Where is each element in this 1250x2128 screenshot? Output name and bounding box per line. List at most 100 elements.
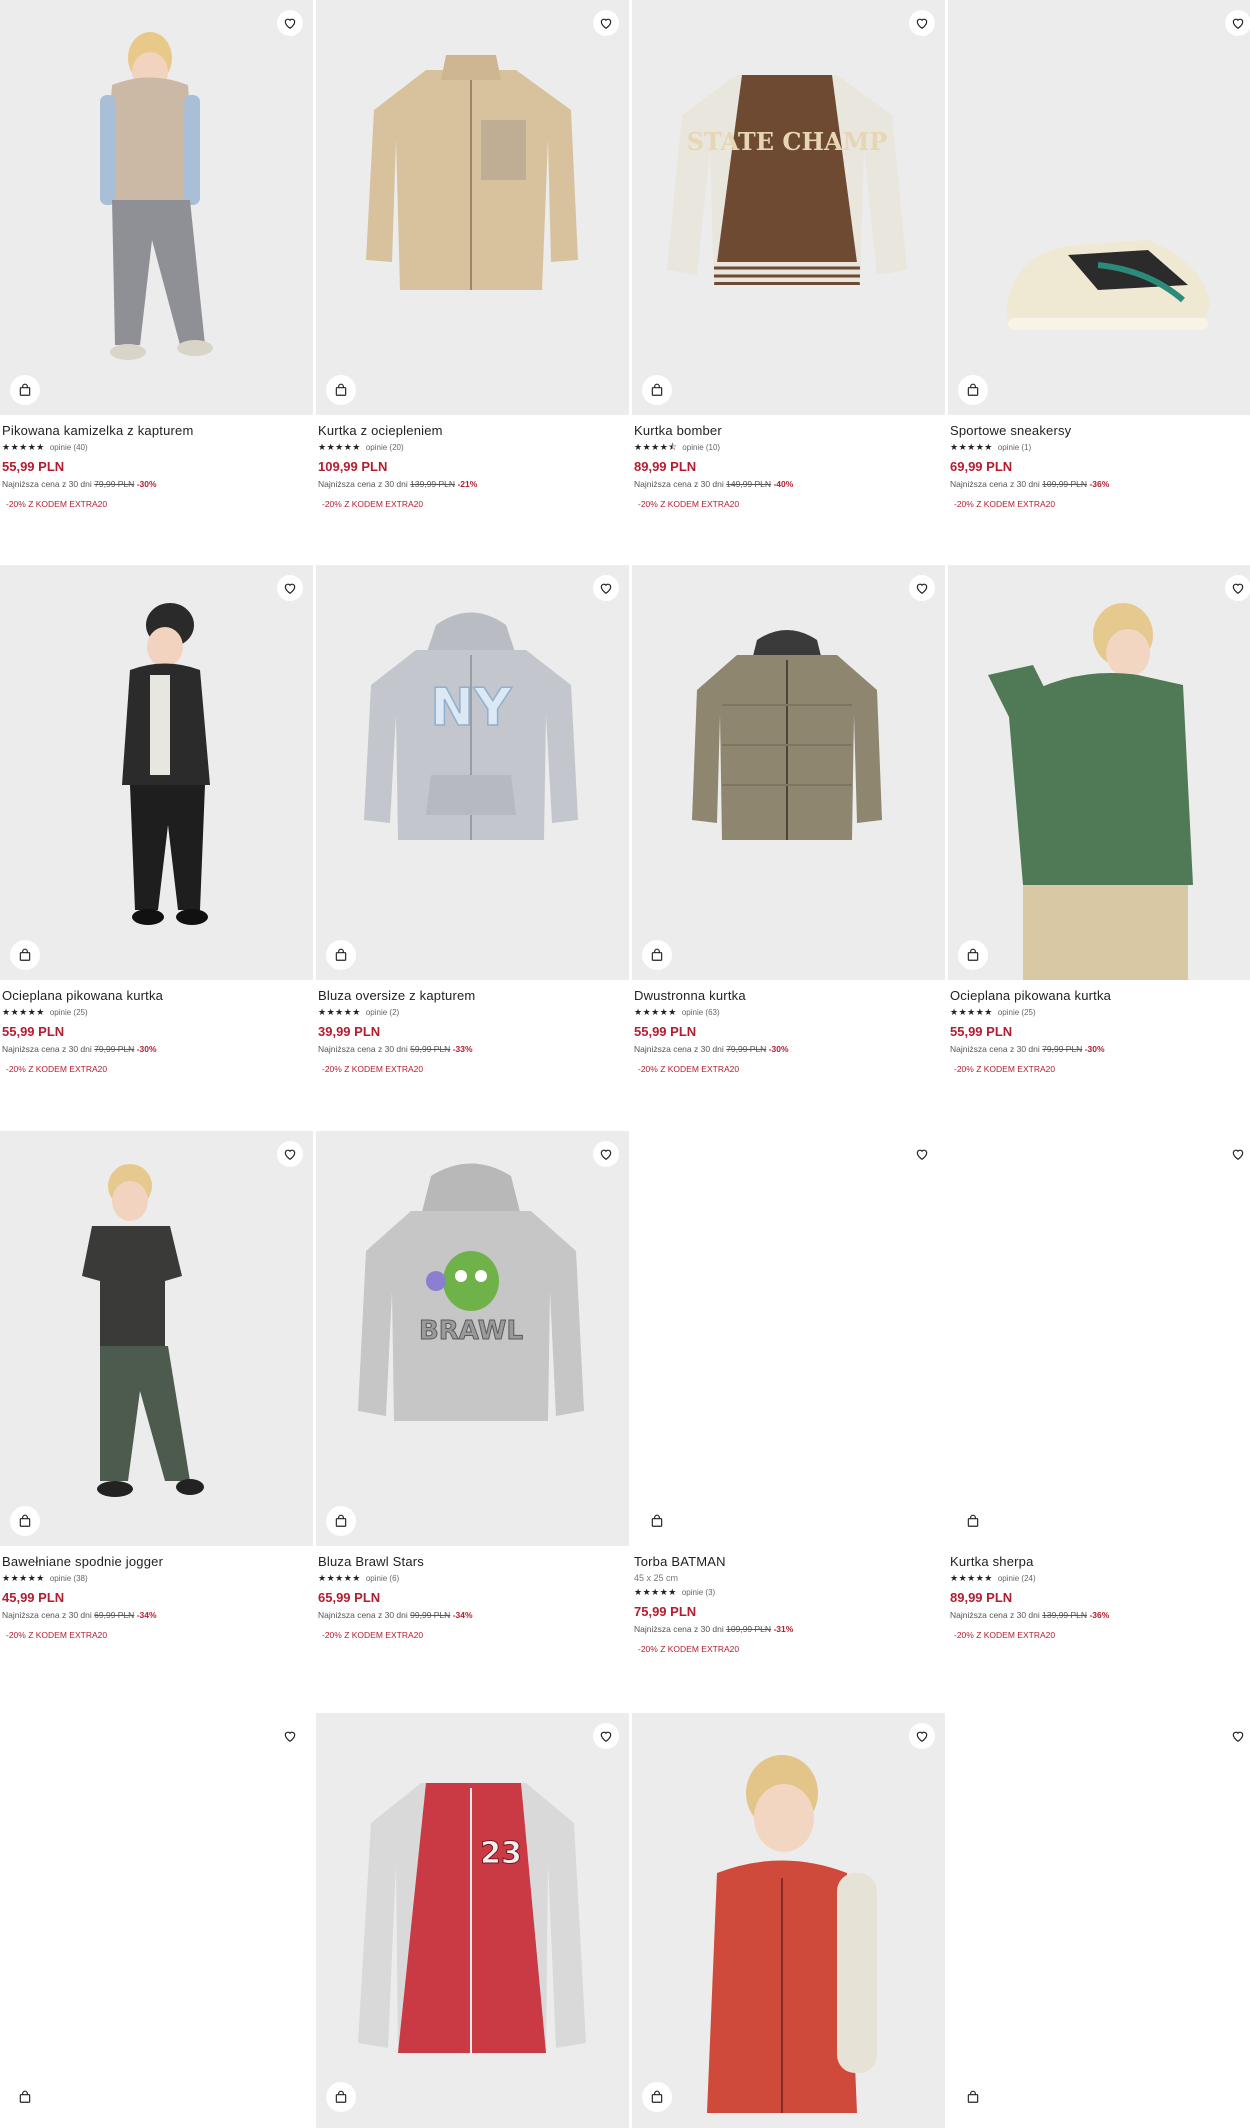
review-count[interactable]: opinie (24)	[998, 1574, 1036, 1583]
review-count[interactable]: opinie (3)	[682, 1588, 715, 1597]
add-to-cart-button[interactable]	[326, 940, 356, 970]
product-price: 55,99 PLN	[2, 459, 65, 474]
lowest-price-info: Najniższa cena z 30 dni 99,99 PLN -34%	[318, 1610, 627, 1620]
product-name[interactable]: Pikowana kamizelka z kapturem	[2, 423, 311, 438]
lowest-price-info: Najniższa cena z 30 dni 79,99 PLN -30%	[634, 1044, 943, 1054]
heart-icon	[1232, 583, 1244, 594]
add-to-wishlist-button[interactable]	[593, 1723, 619, 1749]
review-count[interactable]: opinie (1)	[998, 443, 1031, 452]
product-image[interactable]	[948, 0, 1250, 415]
add-to-cart-button[interactable]	[958, 2082, 988, 2112]
add-to-wishlist-button[interactable]	[277, 575, 303, 601]
add-to-cart-button[interactable]	[10, 2082, 40, 2112]
add-to-cart-button[interactable]	[958, 1506, 988, 1536]
add-to-cart-button[interactable]	[10, 1506, 40, 1536]
product-card[interactable]: Bawełniane spodnie jogger ★★★★★ opinie (3…	[0, 1131, 313, 1640]
review-count[interactable]: opinie (38)	[50, 1574, 88, 1583]
add-to-cart-button[interactable]	[10, 940, 40, 970]
product-card[interactable]: Dwustronna kurtka ★★★★★ opinie (63) 55,99…	[632, 565, 945, 1074]
product-image[interactable]	[0, 0, 313, 415]
product-name[interactable]: Kurtka z ociepleniem	[318, 423, 627, 438]
product-name[interactable]: Kurtka sherpa	[950, 1554, 1250, 1569]
product-name[interactable]: Kurtka bomber	[634, 423, 943, 438]
add-to-wishlist-button[interactable]	[909, 1141, 935, 1167]
product-image[interactable]: 23	[316, 1713, 629, 2128]
product-name[interactable]: Bawełniane spodnie jogger	[2, 1554, 311, 1569]
review-count[interactable]: opinie (6)	[366, 1574, 399, 1583]
add-to-wishlist-button[interactable]	[277, 10, 303, 36]
add-to-cart-button[interactable]	[958, 375, 988, 405]
add-to-cart-button[interactable]	[642, 375, 672, 405]
add-to-wishlist-button[interactable]	[909, 1723, 935, 1749]
add-to-cart-button[interactable]	[10, 375, 40, 405]
product-name[interactable]: Torba BATMAN	[634, 1554, 943, 1569]
product-card[interactable]	[0, 1713, 313, 2128]
product-name[interactable]: Sportowe sneakersy	[950, 423, 1250, 438]
product-image[interactable]	[948, 565, 1250, 980]
product-card[interactable]	[948, 1713, 1250, 2128]
add-to-wishlist-button[interactable]	[277, 1723, 303, 1749]
add-to-wishlist-button[interactable]	[277, 1141, 303, 1167]
product-card[interactable]: Kurtka z ociepleniem ★★★★★ opinie (20) 10…	[316, 0, 629, 509]
review-count[interactable]: opinie (40)	[50, 443, 88, 452]
promo-code-label: -20% Z KODEM EXTRA20	[322, 499, 424, 509]
review-count[interactable]: opinie (63)	[682, 1008, 720, 1017]
product-image[interactable]: BRAWL	[316, 1131, 629, 1546]
product-card[interactable]: Ocieplana pikowana kurtka ★★★★★ opinie (2…	[948, 565, 1250, 1074]
add-to-cart-button[interactable]	[958, 940, 988, 970]
product-image[interactable]	[948, 1131, 1250, 1546]
shopping-bag-icon	[967, 2090, 979, 2103]
product-card[interactable]: 23	[316, 1713, 629, 2128]
product-card[interactable]: Pikowana kamizelka z kapturem ★★★★★ opini…	[0, 0, 313, 509]
product-image[interactable]	[316, 0, 629, 415]
product-card[interactable]: Kurtka sherpa ★★★★★ opinie (24) 89,99 PLN…	[948, 1131, 1250, 1640]
product-image[interactable]	[632, 565, 945, 980]
product-card[interactable]	[632, 1713, 945, 2128]
add-to-wishlist-button[interactable]	[1225, 1141, 1250, 1167]
old-price: 149,99 PLN	[726, 479, 772, 489]
product-card[interactable]: BRAWL Bluza Brawl Stars ★★★★★ opinie (6) …	[316, 1131, 629, 1640]
product-rating: ★★★★★ opinie (63)	[634, 1007, 943, 1018]
product-card[interactable]: Sportowe sneakersy ★★★★★ opinie (1) 69,99…	[948, 0, 1250, 509]
add-to-cart-button[interactable]	[642, 1506, 672, 1536]
add-to-cart-button[interactable]	[326, 1506, 356, 1536]
review-count[interactable]: opinie (25)	[50, 1008, 88, 1017]
add-to-wishlist-button[interactable]	[593, 575, 619, 601]
add-to-wishlist-button[interactable]	[1225, 575, 1250, 601]
add-to-wishlist-button[interactable]	[909, 10, 935, 36]
product-image[interactable]	[0, 1131, 313, 1546]
product-image[interactable]	[632, 1713, 945, 2128]
product-name[interactable]: Dwustronna kurtka	[634, 988, 943, 1003]
product-image[interactable]: NY	[316, 565, 629, 980]
add-to-cart-button[interactable]	[642, 940, 672, 970]
product-card[interactable]: Torba BATMAN 45 x 25 cm ★★★★★ opinie (3) …	[632, 1131, 945, 1654]
add-to-wishlist-button[interactable]	[593, 1141, 619, 1167]
product-image[interactable]	[632, 1131, 945, 1546]
add-to-wishlist-button[interactable]	[593, 10, 619, 36]
review-count[interactable]: opinie (20)	[366, 443, 404, 452]
product-card[interactable]: STATE CHAMP Kurtka bomber ★★★★⯪ opinie (1…	[632, 0, 945, 509]
old-price: 109,99 PLN	[1042, 479, 1088, 489]
product-name[interactable]: Bluza oversize z kapturem	[318, 988, 627, 1003]
product-name[interactable]: Ocieplana pikowana kurtka	[2, 988, 311, 1003]
lowest-price-label: Najniższa cena z 30 dni	[950, 1610, 1040, 1620]
product-name[interactable]: Bluza Brawl Stars	[318, 1554, 627, 1569]
product-image[interactable]	[948, 1713, 1250, 2128]
product-name[interactable]: Ocieplana pikowana kurtka	[950, 988, 1250, 1003]
add-to-wishlist-button[interactable]	[909, 575, 935, 601]
product-card[interactable]: Ocieplana pikowana kurtka ★★★★★ opinie (2…	[0, 565, 313, 1074]
product-image[interactable]	[0, 1713, 313, 2128]
add-to-cart-button[interactable]	[326, 2082, 356, 2112]
product-image[interactable]	[0, 565, 313, 980]
promo-code-label: -20% Z KODEM EXTRA20	[638, 1644, 740, 1654]
review-count[interactable]: opinie (10)	[682, 443, 720, 452]
review-count[interactable]: opinie (2)	[366, 1008, 399, 1017]
add-to-wishlist-button[interactable]	[1225, 10, 1250, 36]
add-to-cart-button[interactable]	[642, 2082, 672, 2112]
add-to-wishlist-button[interactable]	[1225, 1723, 1250, 1749]
product-card[interactable]: NY Bluza oversize z kapturem ★★★★★ opinie…	[316, 565, 629, 1074]
review-count[interactable]: opinie (25)	[998, 1008, 1036, 1017]
promo-code-label: -20% Z KODEM EXTRA20	[322, 1630, 424, 1640]
product-image[interactable]: STATE CHAMP	[632, 0, 945, 415]
add-to-cart-button[interactable]	[326, 375, 356, 405]
